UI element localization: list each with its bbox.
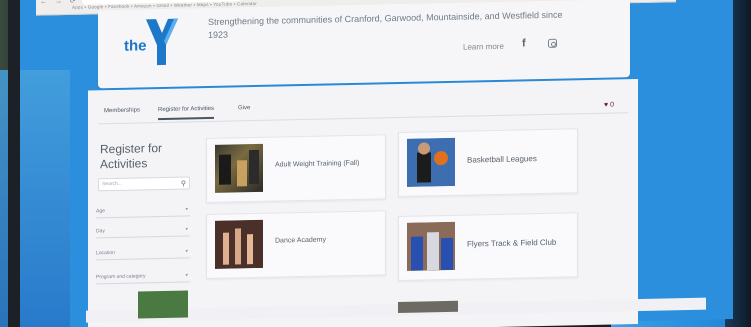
tab-bar: Memberships Register for Activities Give… — [98, 91, 628, 125]
site-header: the Strengthening the communities of Cra… — [98, 0, 630, 89]
activity-photo — [215, 143, 263, 193]
activity-photo — [398, 300, 458, 314]
chevron-down-icon: ▾ — [185, 248, 188, 255]
chevron-down-icon: ▾ — [185, 272, 188, 279]
tab-register-activities[interactable]: Register for Activities — [158, 105, 215, 121]
filter-age[interactable]: Age ▾ — [96, 202, 190, 219]
filter-label: Location — [96, 249, 115, 257]
activity-card[interactable]: Adult Weight Training (Fall) — [206, 134, 386, 204]
sidebar-title: Register for Activities — [100, 140, 163, 172]
chevron-down-icon: ▾ — [185, 226, 188, 233]
filter-label: Day — [96, 228, 105, 235]
monitor-screen: ← → ⟳ ⌂ Apps ▪ Google ▪ Facebook ▪ Amazo… — [18, 0, 733, 327]
activity-search-input[interactable]: Search... ⚲ — [98, 176, 190, 192]
activity-card[interactable]: Basketball Leagues — [398, 128, 578, 198]
facebook-icon[interactable]: f — [522, 37, 526, 49]
activity-photo — [138, 290, 188, 319]
filter-program-category[interactable]: Program and category ▾ — [96, 268, 190, 285]
ymca-y-logo-icon[interactable] — [144, 17, 180, 68]
activity-photo — [407, 137, 455, 187]
filter-location[interactable]: Location ▾ — [96, 244, 190, 261]
activity-title[interactable]: Flyers Track & Field Club — [467, 238, 556, 249]
activity-title[interactable]: Adult Weight Training (Fall) — [275, 160, 359, 169]
activity-title[interactable]: Basketball Leagues — [467, 154, 537, 164]
tab-give[interactable]: Give — [238, 105, 250, 111]
filter-label: Age — [96, 208, 105, 215]
activity-photo — [407, 221, 455, 271]
photo-scene: ← → ⟳ ⌂ Apps ▪ Google ▪ Facebook ▪ Amazo… — [0, 0, 751, 327]
favorites-heart-icon[interactable]: ♥ 0 — [604, 102, 614, 109]
activity-title[interactable]: Dance Academy — [275, 237, 326, 245]
activity-card[interactable]: Flyers Track & Field Club — [398, 212, 578, 282]
activity-card[interactable]: Dance Academy — [206, 210, 386, 280]
instagram-icon[interactable] — [548, 38, 557, 48]
chevron-down-icon: ▾ — [185, 206, 188, 213]
monitor-bezel-left — [8, 0, 20, 327]
filter-label: Program and category — [96, 273, 146, 281]
learn-more-link[interactable]: Learn more — [463, 42, 504, 52]
search-placeholder: Search... — [102, 180, 123, 188]
search-icon[interactable]: ⚲ — [181, 178, 186, 189]
activity-photo — [215, 219, 263, 269]
tab-memberships[interactable]: Memberships — [104, 107, 140, 114]
filter-day[interactable]: Day ▾ — [96, 222, 190, 239]
